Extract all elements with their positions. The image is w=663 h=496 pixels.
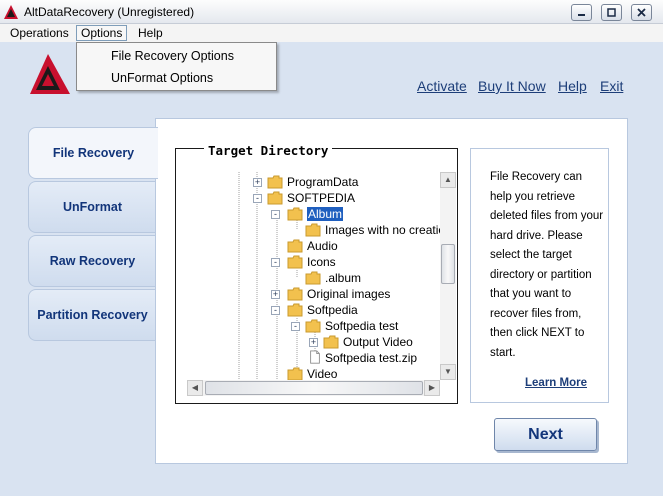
- help-link[interactable]: Help: [558, 78, 587, 94]
- collapse-icon[interactable]: -: [271, 258, 280, 267]
- menu-options[interactable]: Options: [76, 25, 128, 41]
- close-button[interactable]: [631, 4, 652, 21]
- scroll-up-button[interactable]: ▲: [440, 172, 456, 188]
- folder-icon: [287, 367, 303, 380]
- tree-item-label: Video: [307, 367, 338, 380]
- file-icon: [310, 350, 320, 364]
- collapse-icon[interactable]: -: [271, 210, 280, 219]
- scroll-thumb[interactable]: [205, 381, 423, 395]
- options-dropdown: File Recovery Options UnFormat Options: [76, 42, 277, 91]
- menu-help[interactable]: Help: [134, 25, 167, 41]
- minimize-button[interactable]: [571, 4, 592, 21]
- maximize-button[interactable]: [601, 4, 622, 21]
- tree-item-label: .album: [325, 271, 362, 285]
- tab-raw-recovery[interactable]: Raw Recovery: [28, 235, 156, 287]
- info-text: File Recovery can help you retrieve dele…: [490, 171, 604, 359]
- info-box: File Recovery can help you retrieve dele…: [470, 148, 609, 403]
- collapse-icon[interactable]: -: [291, 322, 300, 331]
- folder-icon: [287, 287, 303, 301]
- activate-link[interactable]: Activate: [417, 78, 467, 94]
- tab-file-recovery[interactable]: File Recovery: [28, 127, 158, 179]
- next-button[interactable]: Next: [494, 418, 597, 451]
- directory-tree[interactable]: + ProgramData - SOFTPEDIA - Album Images…: [187, 172, 440, 380]
- buy-it-now-link[interactable]: Buy It Now: [478, 78, 546, 94]
- scroll-down-button[interactable]: ▼: [440, 364, 456, 380]
- tree-item-label: Audio: [307, 239, 338, 253]
- target-directory-title: Target Directory: [204, 143, 333, 158]
- tree-item-label: Softpedia: [307, 303, 358, 317]
- close-icon: [637, 8, 646, 17]
- minimize-icon: [578, 14, 585, 16]
- app-logo: [30, 54, 70, 94]
- window-title: AltDataRecovery (Unregistered): [24, 5, 195, 19]
- tree-item-label: Softpedia test: [325, 319, 399, 333]
- title-bar: AltDataRecovery (Unregistered): [0, 0, 663, 24]
- folder-icon: [305, 271, 321, 285]
- collapse-icon[interactable]: -: [271, 306, 280, 315]
- menu-operations[interactable]: Operations: [6, 25, 73, 41]
- scroll-thumb[interactable]: [441, 244, 455, 284]
- folder-icon: [287, 255, 303, 269]
- tree-item-label: Images with no creatio: [325, 223, 440, 237]
- learn-more-link[interactable]: Learn More: [525, 377, 587, 389]
- tab-partition-recovery[interactable]: Partition Recovery: [28, 289, 156, 341]
- folder-icon: [287, 207, 303, 221]
- folder-icon: [323, 335, 339, 349]
- tree-item-label: Icons: [307, 255, 336, 269]
- tree-item-label: Album: [307, 207, 344, 221]
- exit-link[interactable]: Exit: [600, 78, 623, 94]
- tree-item-label: SOFTPEDIA: [287, 191, 356, 205]
- expand-icon[interactable]: +: [309, 338, 318, 347]
- tree-item-label: ProgramData: [287, 175, 359, 189]
- expand-icon[interactable]: +: [271, 290, 280, 299]
- tree-item-label: Original images: [307, 287, 391, 301]
- tree-vertical-scrollbar[interactable]: ▲ ▼: [440, 172, 456, 380]
- app-logo-icon: [4, 5, 18, 19]
- tree-item-label: Softpedia test.zip: [325, 351, 418, 365]
- menu-item-unformat-options[interactable]: UnFormat Options: [111, 71, 213, 85]
- menu-bar: Operations Options Help: [0, 24, 663, 42]
- scroll-right-button[interactable]: ▶: [424, 380, 440, 396]
- folder-icon: [305, 319, 321, 333]
- tab-unformat[interactable]: UnFormat: [28, 181, 156, 233]
- folder-icon: [305, 223, 321, 237]
- menu-item-file-recovery-options[interactable]: File Recovery Options: [111, 49, 234, 63]
- maximize-icon: [607, 8, 616, 17]
- folder-icon: [267, 191, 283, 205]
- folder-icon: [267, 175, 283, 189]
- folder-icon: [287, 303, 303, 317]
- folder-icon: [287, 239, 303, 253]
- expand-icon[interactable]: +: [253, 178, 262, 187]
- tree-horizontal-scrollbar[interactable]: ◀ ▶: [187, 380, 440, 396]
- tree-item-label: Output Video: [343, 335, 413, 349]
- scroll-left-button[interactable]: ◀: [187, 380, 203, 396]
- collapse-icon[interactable]: -: [253, 194, 262, 203]
